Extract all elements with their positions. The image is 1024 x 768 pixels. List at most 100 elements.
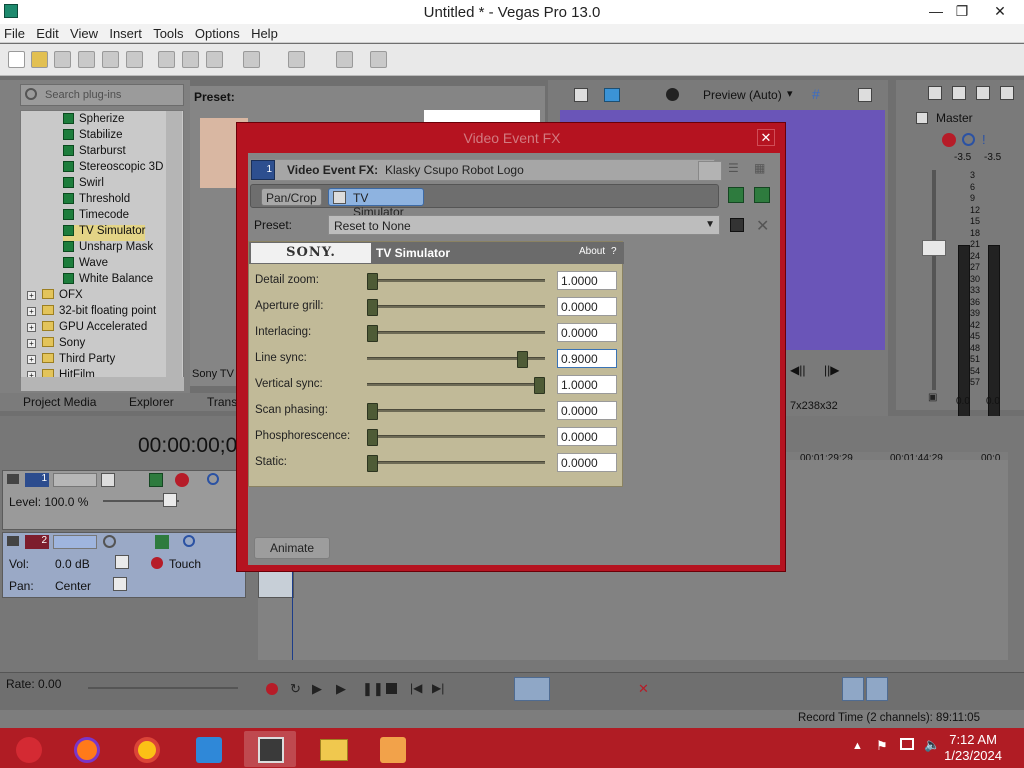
start-button[interactable]: [4, 731, 56, 767]
undo-icon[interactable]: [243, 51, 260, 68]
delete-preset-icon[interactable]: ✕: [756, 216, 769, 236]
prev-frame-icon[interactable]: ◀||: [790, 363, 805, 377]
new-icon[interactable]: [8, 51, 25, 68]
expand-icon[interactable]: +: [27, 307, 36, 316]
param-slider[interactable]: [367, 325, 545, 342]
expand-icon[interactable]: +: [27, 291, 36, 300]
plugin-chain-icon[interactable]: [728, 187, 744, 203]
chrome-taskbar[interactable]: [120, 731, 172, 767]
tree-folder-ofx[interactable]: + OFX: [27, 289, 83, 305]
chain-item-pan-crop[interactable]: Pan/Crop: [261, 188, 322, 206]
open-icon[interactable]: [31, 51, 48, 68]
expand-icon[interactable]: +: [27, 339, 36, 348]
plugin-tree[interactable]: Spherize Stabilize Starburst Stereoscopi…: [20, 110, 184, 378]
param-value-field[interactable]: 0.0000: [557, 297, 617, 316]
preview-settings-icon[interactable]: [574, 88, 588, 102]
tab-project-media[interactable]: Project Media: [23, 395, 96, 409]
tree-item-unsharp-mask[interactable]: Unsharp Mask: [63, 241, 153, 257]
fx-icon[interactable]: [942, 133, 956, 147]
mixer-dim-icon[interactable]: [1000, 86, 1014, 100]
tree-item-spherize[interactable]: Spherize: [63, 113, 124, 129]
vegas-taskbar[interactable]: [244, 731, 296, 767]
dialog-close-button[interactable]: ✕: [757, 129, 775, 146]
rate-slider[interactable]: [88, 687, 238, 689]
param-value-field[interactable]: 0.0000: [557, 401, 617, 420]
copy-icon[interactable]: [182, 51, 199, 68]
flag-icon[interactable]: ⚑: [876, 738, 888, 754]
delete-icon[interactable]: ✕: [638, 681, 649, 697]
chain-view-button[interactable]: [698, 161, 722, 181]
explorer-taskbar[interactable]: [306, 731, 358, 767]
tree-folder-gpu[interactable]: + GPU Accelerated: [27, 321, 147, 337]
bypass-checkbox[interactable]: [333, 191, 346, 204]
overlays-icon[interactable]: #: [812, 87, 826, 101]
properties-icon[interactable]: [126, 51, 143, 68]
close-button[interactable]: ✕: [980, 0, 1020, 22]
menu-options[interactable]: Options: [191, 24, 244, 41]
go-to-end-icon[interactable]: ▶|: [432, 681, 444, 695]
play-from-start-icon[interactable]: ▶: [312, 681, 322, 697]
collapse-icon[interactable]: [7, 536, 19, 546]
tree-vertical-scrollbar[interactable]: [166, 111, 182, 377]
track-name-field[interactable]: [53, 535, 97, 549]
render-icon[interactable]: [102, 51, 119, 68]
track-fx-chain-icon[interactable]: [155, 535, 169, 549]
preview-mode-dropdown[interactable]: Preview (Auto): [703, 88, 782, 102]
audio-clip[interactable]: [258, 570, 294, 598]
video-app-taskbar[interactable]: [366, 731, 418, 767]
track-motion-icon[interactable]: [149, 473, 163, 487]
external-monitor-icon[interactable]: [604, 88, 620, 102]
menu-edit[interactable]: Edit: [32, 24, 62, 41]
menu-insert[interactable]: Insert: [105, 24, 146, 41]
collapse-icon[interactable]: [7, 474, 19, 484]
tree-item-timecode[interactable]: Timecode: [63, 209, 129, 225]
tree-item-threshold[interactable]: Threshold: [63, 193, 130, 209]
mute-icon[interactable]: [207, 473, 219, 485]
param-slider-thumb[interactable]: [367, 325, 378, 342]
go-to-start-icon[interactable]: |◀: [410, 681, 422, 695]
video-track-header[interactable]: 1 Level: 100.0 %: [2, 470, 246, 530]
paste-icon[interactable]: [206, 51, 223, 68]
param-slider[interactable]: [367, 377, 545, 394]
solo-icon[interactable]: !: [982, 132, 986, 147]
split-screen-icon[interactable]: [666, 88, 679, 101]
param-value-field[interactable]: 0.0000: [557, 427, 617, 446]
tab-transitions[interactable]: Transi: [207, 395, 240, 409]
track-fx-icon[interactable]: [175, 473, 189, 487]
auto-ripple-icon[interactable]: [842, 677, 864, 701]
menu-file[interactable]: File: [0, 24, 29, 41]
animate-button[interactable]: Animate: [254, 537, 330, 559]
save-as-icon[interactable]: [78, 51, 95, 68]
mixer-insert-bus-icon[interactable]: [952, 86, 966, 100]
expand-icon[interactable]: +: [27, 323, 36, 332]
chevron-down-icon[interactable]: ▾: [787, 87, 793, 100]
firefox-taskbar[interactable]: [60, 731, 112, 767]
menu-help[interactable]: Help: [247, 24, 282, 41]
param-value-field[interactable]: 1.0000: [557, 271, 617, 290]
tree-folder-sony[interactable]: + Sony: [27, 337, 85, 353]
param-slider[interactable]: [367, 299, 545, 316]
tree-folder-third-party[interactable]: + Third Party: [27, 353, 115, 369]
param-slider[interactable]: [367, 403, 545, 420]
remove-plugin-icon[interactable]: [754, 187, 770, 203]
param-slider-thumb[interactable]: [367, 273, 378, 290]
param-slider-thumb[interactable]: [534, 377, 545, 394]
automation-mode[interactable]: Touch: [169, 557, 201, 571]
next-frame-icon[interactable]: ||▶: [824, 363, 839, 377]
tree-folder-32bit[interactable]: +32-bit floating point: [27, 305, 156, 321]
level-slider-thumb[interactable]: [163, 493, 177, 507]
loop-icon[interactable]: ↻: [290, 681, 301, 697]
show-hidden-icons[interactable]: ▲: [852, 740, 863, 752]
automation-icon[interactable]: [151, 557, 163, 569]
param-value-field[interactable]: 0.0000: [557, 453, 617, 472]
menu-tools[interactable]: Tools: [149, 24, 187, 41]
param-slider[interactable]: [367, 351, 545, 368]
copy-snapshot-icon[interactable]: [858, 88, 872, 102]
mixer-properties-icon[interactable]: [928, 86, 942, 100]
search-plugins-input[interactable]: Search plug-ins: [20, 84, 184, 106]
param-slider[interactable]: [367, 429, 545, 446]
network-icon[interactable]: [900, 738, 914, 750]
track-name-field[interactable]: [53, 473, 97, 487]
stop-icon[interactable]: [386, 683, 397, 694]
mute-icon[interactable]: [962, 133, 975, 146]
